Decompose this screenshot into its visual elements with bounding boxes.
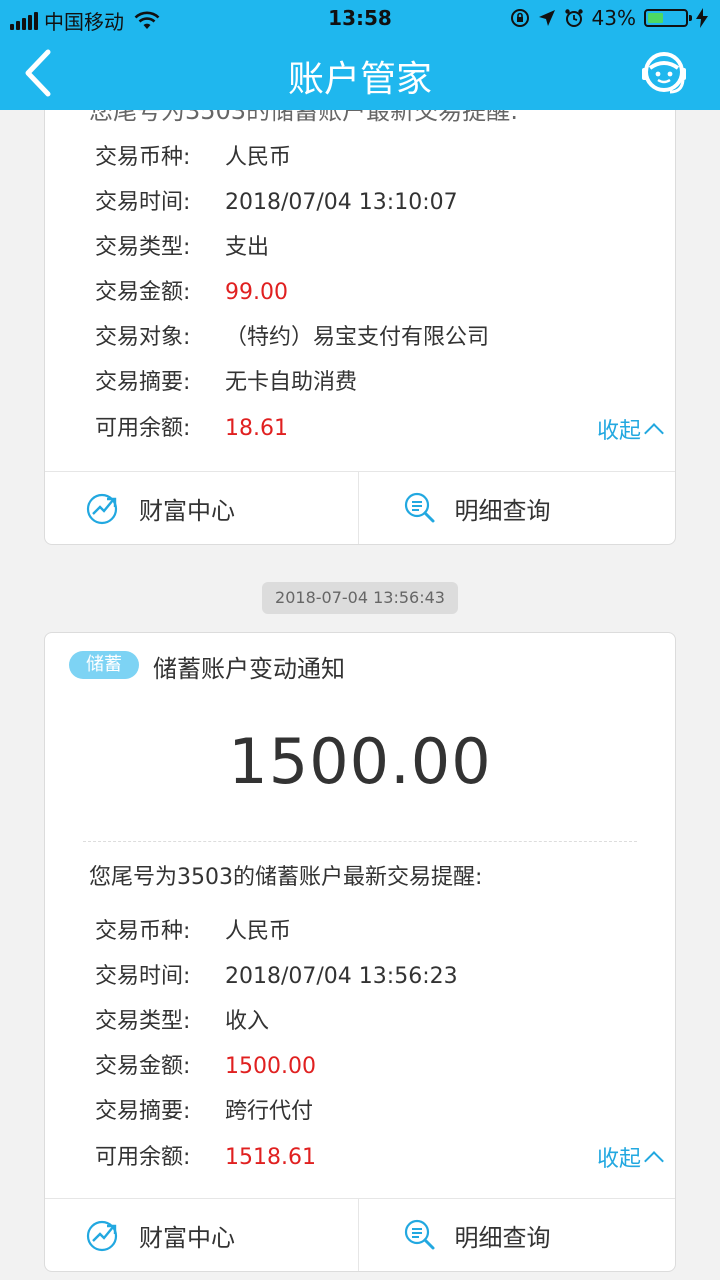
growth-chart-icon — [86, 493, 118, 525]
detail-label: 交易币种: — [95, 145, 191, 170]
back-button[interactable] — [18, 46, 78, 100]
detail-label: 交易摘要: — [95, 370, 191, 395]
detail-value: 支出 — [225, 235, 270, 260]
detail-query-button[interactable]: 明细查询 — [357, 1199, 676, 1271]
growth-chart-icon — [86, 1220, 118, 1252]
chevron-up-icon — [644, 423, 664, 443]
detail-row: 交易金额: 1500.00 — [95, 1050, 316, 1084]
search-list-icon — [404, 1219, 434, 1250]
detail-value: 2018/07/04 13:56:23 — [225, 964, 458, 989]
detail-label: 交易币种: — [95, 919, 191, 944]
account-type-badge: 储蓄 — [69, 651, 139, 679]
wealth-center-button[interactable]: 财富中心 — [45, 1199, 358, 1271]
transaction-card: 储蓄 储蓄账户变动通知 1500.00 您尾号为3503的储蓄账户最新交易提醒:… — [44, 632, 676, 1272]
detail-label: 交易金额: — [95, 280, 191, 305]
detail-value: 人民币 — [225, 145, 292, 170]
customer-service-icon — [642, 52, 686, 94]
battery-percent: 43% — [591, 6, 636, 30]
detail-query-label: 明细查询 — [454, 496, 551, 525]
detail-value: 人民币 — [225, 919, 292, 944]
rotation-lock-icon — [510, 9, 529, 27]
search-list-icon — [404, 492, 434, 523]
carrier-name: 中国移动 — [44, 10, 124, 34]
detail-row: 交易金额: 99.00 — [95, 276, 288, 310]
message-list[interactable]: 您尾号为3503的储蓄账户最新交易提醒: 交易币种: 人民币 交易时间: 2018/… — [0, 110, 720, 1280]
amount-value: 99.00 — [225, 280, 288, 305]
detail-value: 收入 — [225, 1009, 270, 1034]
detail-row: 交易时间: 2018/07/04 13:56:23 — [95, 960, 458, 994]
detail-query-label: 明细查询 — [454, 1223, 551, 1252]
amount-value: 1500.00 — [225, 1054, 316, 1079]
signal-icon — [10, 11, 38, 30]
status-bar: 中国移动 13:58 43% — [0, 0, 720, 36]
detail-row: 可用余额: 1518.61 — [95, 1141, 316, 1175]
collapse-label: 收起 — [596, 419, 641, 444]
notice-title: 储蓄账户变动通知 — [153, 655, 345, 683]
detail-row: 交易币种: 人民币 — [95, 915, 291, 949]
wealth-center-button[interactable]: 财富中心 — [45, 472, 358, 544]
detail-value: （特约）易宝支付有限公司 — [225, 325, 490, 350]
page-title: 账户管家 — [287, 59, 432, 100]
charging-icon — [696, 8, 708, 28]
detail-row: 交易对象: （特约）易宝支付有限公司 — [95, 321, 489, 355]
detail-label: 可用余额: — [95, 416, 191, 441]
chevron-up-icon — [644, 1151, 664, 1171]
detail-query-button[interactable]: 明细查询 — [357, 472, 676, 544]
detail-label: 交易金额: — [95, 1054, 191, 1079]
detail-label: 交易摘要: — [95, 1099, 191, 1124]
detail-value: 无卡自助消费 — [225, 370, 358, 395]
detail-label: 交易时间: — [95, 190, 191, 215]
alarm-icon — [564, 9, 583, 27]
detail-label: 交易类型: — [95, 235, 191, 260]
battery-icon — [644, 9, 692, 27]
chevron-left-icon — [25, 49, 51, 97]
wealth-center-label: 财富中心 — [139, 1223, 235, 1252]
balance-value: 1518.61 — [225, 1145, 316, 1170]
collapse-label: 收起 — [596, 1147, 641, 1172]
customer-service-button[interactable] — [638, 46, 698, 100]
collapse-button[interactable]: 收起 — [596, 413, 664, 445]
balance-value: 18.61 — [225, 416, 288, 441]
detail-value: 跨行代付 — [225, 1099, 314, 1124]
reminder-text: 您尾号为3503的储蓄账户最新交易提醒: — [89, 865, 483, 890]
detail-label: 交易时间: — [95, 964, 191, 989]
card-footer: 财富中心 明细查询 — [45, 471, 675, 544]
transaction-card: 您尾号为3503的储蓄账户最新交易提醒: 交易币种: 人民币 交易时间: 2018/… — [44, 110, 676, 545]
divider — [83, 841, 637, 842]
reminder-text: 您尾号为3503的储蓄账户最新交易提醒: — [89, 110, 519, 125]
header: 账户管家 — [0, 36, 720, 110]
detail-row: 交易类型: 支出 — [95, 231, 269, 265]
detail-value: 2018/07/04 13:10:07 — [225, 190, 458, 215]
transaction-amount: 1500.00 — [228, 725, 492, 798]
wifi-icon — [134, 11, 160, 29]
detail-row: 交易摘要: 跨行代付 — [95, 1095, 313, 1129]
detail-row: 交易摘要: 无卡自助消费 — [95, 366, 357, 400]
message-timestamp: 2018-07-04 13:56:43 — [262, 582, 458, 614]
detail-row: 交易币种: 人民币 — [95, 141, 291, 175]
collapse-button[interactable]: 收起 — [596, 1141, 664, 1173]
detail-label: 交易类型: — [95, 1009, 191, 1034]
location-icon — [538, 10, 555, 26]
wealth-center-label: 财富中心 — [139, 496, 235, 525]
detail-label: 可用余额: — [95, 1145, 191, 1170]
card-footer: 财富中心 明细查询 — [45, 1198, 675, 1271]
detail-row: 交易时间: 2018/07/04 13:10:07 — [95, 186, 458, 220]
detail-row: 可用余额: 18.61 — [95, 412, 288, 446]
detail-row: 交易类型: 收入 — [95, 1005, 269, 1039]
detail-label: 交易对象: — [95, 325, 191, 350]
